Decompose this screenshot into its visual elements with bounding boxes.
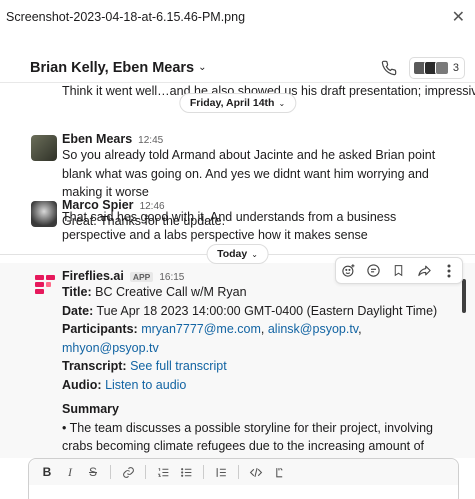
message-composer[interactable]: B I S [28,458,459,499]
bulleted-list-icon[interactable] [176,462,196,482]
field-label: Title: [62,285,92,299]
channel-name: Brian Kelly, Eben Mears [30,59,195,76]
date-divider-button[interactable]: Friday, April 14th ⌄ [178,93,297,113]
close-icon[interactable]: ✕ [452,7,465,27]
summary-text: • The team discusses a possible storylin… [62,420,433,459]
date-field: Date: Tue Apr 18 2023 14:00:00 GMT-0400 … [62,302,455,321]
strikethrough-button[interactable]: S [83,462,103,482]
avatar[interactable] [31,135,57,161]
participant-email-link[interactable]: mhyon@psyop.tv [62,341,159,355]
audio-link[interactable]: Listen to audio [105,378,186,392]
avatar[interactable] [31,201,57,227]
date-label: Today [217,248,248,260]
title-field: Title: BC Creative Call w/M Ryan [62,283,455,302]
transcript-field: Transcript: See full transcript [62,357,455,376]
summary-heading-text: Summary [62,402,119,416]
window-filename: Screenshot-2023-04-18-at-6.15.46-PM.png [6,10,246,24]
audio-field: Audio: Listen to audio [62,376,455,395]
channel-name-button[interactable]: Brian Kelly, Eben Mears ⌄ [30,60,207,76]
chevron-down-icon: ⌄ [198,62,207,73]
message-timestamp[interactable]: 12:46 [140,201,165,212]
member-avatars [412,60,449,75]
toolbar-divider [203,465,204,479]
bookmark-icon[interactable] [390,262,408,280]
member-count: 3 [452,61,459,74]
toolbar-divider [110,465,111,479]
phone-icon[interactable] [381,60,397,76]
participants-field: Participants: mryan7777@me.com, alinsk@p… [62,322,362,355]
link-icon[interactable] [118,462,138,482]
fireflies-logo-icon[interactable] [33,272,57,296]
participant-email-link[interactable]: alinsk@psyop.tv [268,322,358,336]
scrollbar-thumb[interactable] [462,279,466,313]
code-block-icon[interactable] [269,462,289,482]
message-text: So you already told Armand about Jacinte… [62,148,436,199]
message-actions-toolbar [335,257,463,284]
field-label: Participants: [62,322,138,336]
field-label: Date: [62,303,94,318]
message-author[interactable]: Eben Mears [62,132,132,146]
bold-button[interactable]: B [37,462,57,482]
field-value: Tue Apr 18 2023 14:00:00 GMT-0400 (Easte… [96,303,438,318]
message-fireflies[interactable]: Fireflies.ai APP 16:15 Title: BC Creativ… [0,263,475,458]
app-badge: APP [129,272,154,282]
date-divider-button[interactable]: Today ⌄ [206,244,269,264]
message-timestamp[interactable]: 16:15 [159,272,184,283]
chevron-down-icon: ⌄ [251,249,258,259]
toolbar-divider [145,465,146,479]
members-button[interactable]: 3 [408,56,465,79]
chevron-down-icon: ⌄ [278,98,286,108]
message-marco-spier[interactable]: Marco Spier 12:46 Great. Thanks for the … [0,198,475,231]
blockquote-icon[interactable] [211,462,231,482]
field-label: Audio: [62,377,102,392]
ordered-list-icon[interactable] [153,462,173,482]
window-titlebar: Screenshot-2023-04-18-at-6.15.46-PM.png … [0,0,475,34]
italic-button[interactable]: I [60,462,80,482]
message-text: Great. Thanks for the update. [62,214,226,228]
toolbar-divider [238,465,239,479]
formatting-toolbar: B I S [29,459,458,485]
channel-header: Brian Kelly, Eben Mears ⌄ 3 [0,53,475,83]
participant-email-link[interactable]: mryan7777@me.com [141,322,261,336]
share-icon[interactable] [415,262,433,280]
add-reaction-icon[interactable] [340,262,358,280]
code-icon[interactable] [246,462,266,482]
summary-heading: Summary [62,400,455,419]
avatar [434,60,449,75]
field-label: Transcript: [62,359,127,373]
transcript-link[interactable]: See full transcript [130,359,227,373]
message-author[interactable]: Fireflies.ai [62,269,124,283]
message-author[interactable]: Marco Spier [62,198,134,212]
message-timestamp[interactable]: 12:45 [138,135,163,146]
message-list[interactable]: Think it went well…and he also showed us… [0,84,475,458]
date-label: Friday, April 14th [189,97,275,109]
more-actions-icon[interactable] [440,262,458,280]
field-value: BC Creative Call w/M Ryan [95,285,247,299]
reply-in-thread-icon[interactable] [365,262,383,280]
